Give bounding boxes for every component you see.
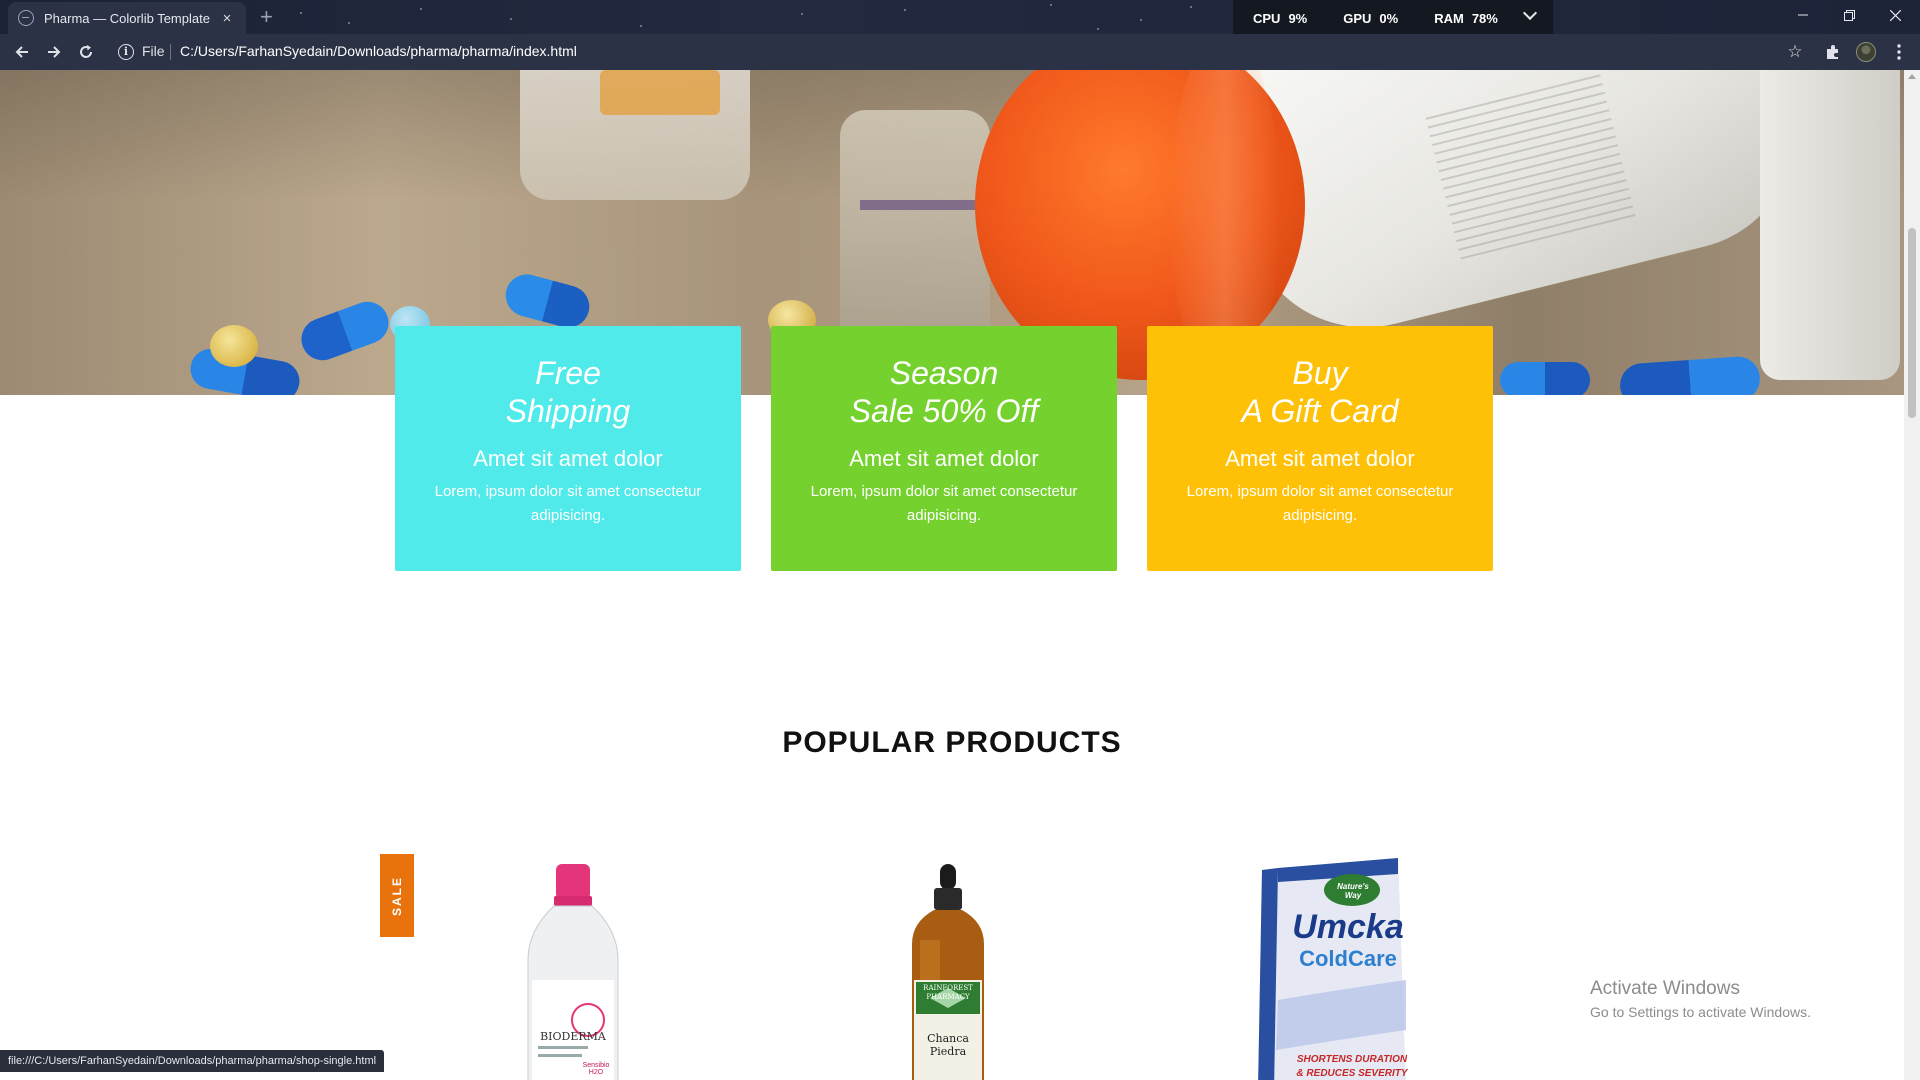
page-scrollbar[interactable] xyxy=(1904,70,1920,1080)
gpu-value: 0% xyxy=(1379,10,1399,26)
feature-description: Lorem, ipsum dolor sit amet consectetur … xyxy=(434,483,702,524)
feature-free-shipping[interactable]: Free Shipping Amet sit amet dolor Lorem,… xyxy=(395,326,741,571)
feature-title-line1: Buy xyxy=(1292,355,1348,391)
product-label-line: Umcka xyxy=(1292,908,1404,946)
bookmark-star-icon[interactable]: ☆ xyxy=(1780,34,1810,70)
product-chanca-piedra[interactable]: RAINFOREST PHARMACY Chanca Piedra xyxy=(900,860,996,1080)
minimize-button[interactable] xyxy=(1780,0,1826,30)
performance-overlay: CPU 9% GPU 0% RAM 78% xyxy=(1233,0,1553,36)
browser-toolbar: i File C:/Users/FarhanSyedain/Downloads/… xyxy=(0,34,1920,70)
back-button[interactable] xyxy=(6,34,38,70)
product-label-brand: Nature's Way xyxy=(1337,882,1369,900)
chevron-down-icon[interactable] xyxy=(1522,5,1538,21)
sale-badge: SALE xyxy=(380,854,414,937)
watermark-subtitle: Go to Settings to activate Windows. xyxy=(1590,1004,1811,1020)
product-bioderma[interactable]: BIODERMA Sensibio H2O xyxy=(518,860,628,1080)
feature-cards: Free Shipping Amet sit amet dolor Lorem,… xyxy=(395,326,1493,571)
feature-title-line1: Season xyxy=(889,355,999,391)
gpu-label: GPU xyxy=(1343,10,1372,26)
watermark-title: Activate Windows xyxy=(1590,978,1740,999)
ram-value: 78% xyxy=(1471,10,1498,26)
restore-button[interactable] xyxy=(1826,0,1872,30)
page-viewport: Free Shipping Amet sit amet dolor Lorem,… xyxy=(0,70,1904,1080)
new-tab-button[interactable]: + xyxy=(260,4,273,30)
reload-icon xyxy=(80,45,92,58)
sale-badge-text: SALE xyxy=(390,875,405,916)
url-separator xyxy=(170,44,171,60)
product-claim-1: SHORTENS DURATION xyxy=(1296,1054,1408,1065)
globe-icon xyxy=(18,10,34,26)
forward-button[interactable] xyxy=(38,34,70,70)
menu-kebab-icon[interactable] xyxy=(1884,34,1914,70)
info-icon[interactable]: i xyxy=(118,44,134,60)
address-bar[interactable]: C:/Users/FarhanSyedain/Downloads/pharma/… xyxy=(180,43,577,59)
feature-description: Lorem, ipsum dolor sit amet consectetur … xyxy=(1186,483,1454,524)
feature-season-sale[interactable]: Season Sale 50% Off Amet sit amet dolor … xyxy=(771,326,1117,571)
product-label-brand: RAINFOREST PHARMACY xyxy=(923,984,973,1001)
popular-products-heading: POPULAR PRODUCTS xyxy=(782,726,1122,759)
feature-heading: Amet sit amet dolor xyxy=(1225,446,1415,471)
feature-heading: Amet sit amet dolor xyxy=(473,446,663,471)
extensions-icon[interactable] xyxy=(1818,34,1848,70)
arrow-left-icon xyxy=(15,46,28,58)
browser-tab[interactable]: Pharma — Colorlib Template × xyxy=(8,2,246,34)
feature-gift-card[interactable]: Buy A Gift Card Amet sit amet dolor Lore… xyxy=(1147,326,1493,571)
bioderma-bottle-image xyxy=(527,864,619,1080)
arrow-right-icon xyxy=(48,46,61,58)
product-label-line: Chanca Piedra xyxy=(927,1032,969,1058)
product-label-sub: ColdCare xyxy=(1299,946,1397,971)
scroll-up-icon[interactable] xyxy=(1908,74,1916,79)
feature-title-line2: Sale 50% Off xyxy=(849,393,1039,429)
product-umcka[interactable]: Nature's Way Umcka ColdCare SHORTENS DUR… xyxy=(1248,850,1414,1080)
cpu-value: 9% xyxy=(1288,10,1308,26)
feature-title-line1: Free xyxy=(535,355,601,391)
cpu-label: CPU xyxy=(1253,10,1281,26)
feature-heading: Amet sit amet dolor xyxy=(849,446,1039,471)
close-tab-icon[interactable]: × xyxy=(218,10,236,27)
product-label-line: Sensibio H2O xyxy=(582,1062,610,1076)
windows-activation-watermark: Activate Windows Go to Settings to activ… xyxy=(1590,978,1811,1020)
scrollbar-thumb[interactable] xyxy=(1908,228,1916,418)
tab-title: Pharma — Colorlib Template xyxy=(44,10,210,26)
feature-title-line2: A Gift Card xyxy=(1241,393,1399,429)
status-bar-link-preview: file:///C:/Users/FarhanSyedain/Downloads… xyxy=(0,1050,385,1072)
close-window-button[interactable] xyxy=(1872,0,1918,30)
product-label-brand: BIODERMA xyxy=(540,1030,606,1043)
product-claim-2: & REDUCES SEVERITY xyxy=(1296,1068,1408,1079)
reload-button[interactable] xyxy=(70,34,102,70)
ram-label: RAM xyxy=(1434,10,1464,26)
profile-avatar[interactable] xyxy=(1856,42,1876,62)
feature-description: Lorem, ipsum dolor sit amet consectetur … xyxy=(810,483,1078,524)
browser-titlebar: Pharma — Colorlib Template × + CPU 9% GP… xyxy=(0,0,1920,36)
feature-title-line2: Shipping xyxy=(505,393,631,429)
url-scheme: File xyxy=(142,43,165,59)
